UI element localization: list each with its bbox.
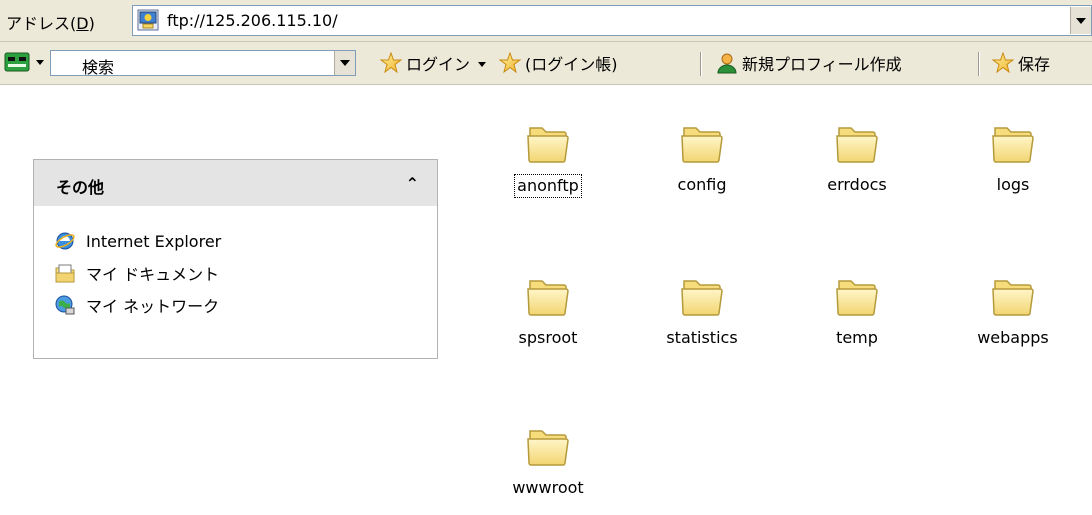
folder-item[interactable]: statistics xyxy=(627,275,777,349)
toolbar-separator xyxy=(978,52,979,76)
pane-link-my-documents[interactable]: マイ ドキュメント xyxy=(54,260,219,286)
folder-label: statistics xyxy=(666,328,738,347)
pane-link-label: マイ ドキュメント xyxy=(86,265,220,284)
address-bar: アドレス(D) ftp://125.206.115.10/ xyxy=(0,0,1092,42)
ftp-folder-icon xyxy=(137,9,159,31)
search-dropdown-button[interactable] xyxy=(334,51,355,75)
folder-icon xyxy=(680,275,724,317)
folder-icon xyxy=(526,425,570,467)
folder-item[interactable]: logs xyxy=(938,122,1088,196)
folder-label: webapps xyxy=(977,328,1049,347)
folder-label: spsroot xyxy=(518,328,578,347)
pane-link-internet-explorer[interactable]: Internet Explorer xyxy=(54,228,221,254)
folder-icon xyxy=(835,275,879,317)
chevron-down-icon xyxy=(478,61,487,67)
folder-icon xyxy=(526,122,570,164)
login-account-button[interactable]: (ログイン帳) xyxy=(499,50,618,76)
search-input[interactable]: 検索 xyxy=(82,54,114,78)
save-button[interactable]: 保存 xyxy=(992,50,1050,76)
folder-label: anonftp xyxy=(514,174,582,198)
other-places-pane: その他 ⌃ Internet Explorer マイ ドキュメント マイ ネット… xyxy=(33,159,438,359)
pane-link-label: マイ ネットワーク xyxy=(86,297,220,316)
folder-icon xyxy=(991,275,1035,317)
folder-label: config xyxy=(677,175,727,194)
folder-item[interactable]: spsroot xyxy=(473,275,623,349)
pane-link-label: Internet Explorer xyxy=(86,231,222,251)
new-profile-label: 新規プロフィール作成 xyxy=(742,55,902,74)
folder-label: temp xyxy=(836,328,878,347)
star-icon xyxy=(992,52,1014,74)
folder-item[interactable]: webapps xyxy=(938,275,1088,349)
my-documents-icon xyxy=(55,264,75,283)
toolbar-logo-icon[interactable] xyxy=(4,51,30,73)
address-label: アドレス(D) xyxy=(6,14,95,33)
logo-dropdown-arrow-icon[interactable] xyxy=(36,60,44,65)
pane-title: その他 xyxy=(56,178,105,197)
folder-item[interactable]: config xyxy=(627,122,777,196)
folder-label: wwwroot xyxy=(512,478,584,497)
star-icon xyxy=(380,52,402,74)
collapse-icon[interactable]: ⌃ xyxy=(406,174,419,193)
search-box[interactable]: 検索 xyxy=(50,50,356,78)
folder-icon xyxy=(680,122,724,164)
folder-label: errdocs xyxy=(827,175,887,194)
address-dropdown-button[interactable] xyxy=(1070,7,1091,34)
login-account-label: (ログイン帳) xyxy=(525,55,618,74)
folder-label: logs xyxy=(996,175,1030,194)
folder-icon xyxy=(835,122,879,164)
star-icon xyxy=(499,52,521,74)
my-network-icon xyxy=(55,295,75,315)
internet-explorer-icon xyxy=(55,232,75,250)
folder-item[interactable]: temp xyxy=(782,275,932,349)
address-url: ftp://125.206.115.10/ xyxy=(167,11,338,30)
login-label: ログイン xyxy=(406,55,471,74)
folder-item[interactable]: anonftp xyxy=(473,122,623,198)
toolbar-separator xyxy=(700,52,701,76)
address-input[interactable]: ftp://125.206.115.10/ xyxy=(132,5,1092,36)
folder-item[interactable]: wwwroot xyxy=(473,425,623,499)
toolbar: 検索 ログイン (ログイン帳) 新規プロフィール作成 保存 xyxy=(0,42,1092,85)
user-icon xyxy=(717,53,737,74)
pane-link-my-network[interactable]: マイ ネットワーク xyxy=(54,292,219,318)
new-profile-button[interactable]: 新規プロフィール作成 xyxy=(716,50,902,76)
folder-icon xyxy=(526,275,570,317)
folder-item[interactable]: errdocs xyxy=(782,122,932,196)
save-label: 保存 xyxy=(1018,55,1051,74)
pane-header[interactable]: その他 ⌃ xyxy=(34,160,437,206)
login-button[interactable]: ログイン xyxy=(380,50,487,76)
folder-icon xyxy=(991,122,1035,164)
